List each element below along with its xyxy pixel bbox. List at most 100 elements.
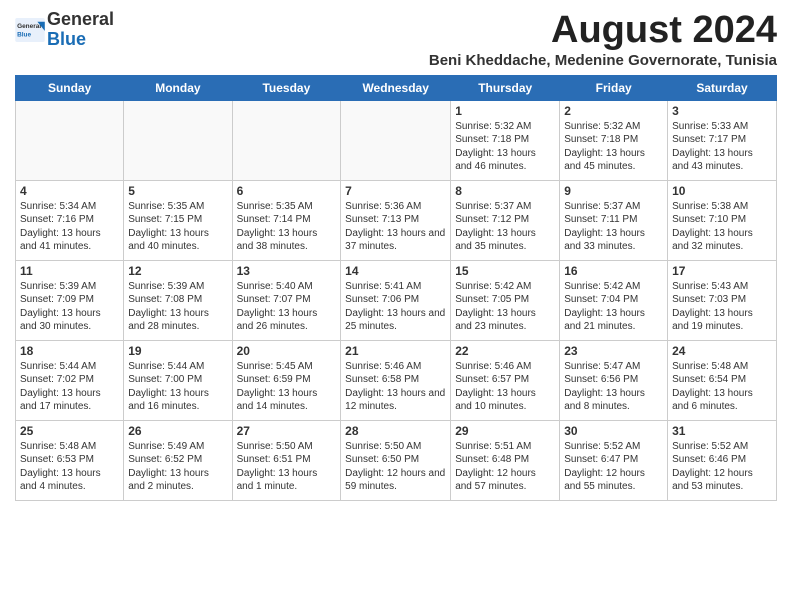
logo-icon: General Blue (15, 18, 45, 42)
day-info: Sunrise: 5:41 AMSunset: 7:06 PMDaylight:… (345, 280, 446, 334)
day-info: Sunrise: 5:44 AMSunset: 7:02 PMDaylight:… (20, 360, 119, 414)
table-row: 2 Sunrise: 5:32 AMSunset: 7:18 PMDaylight… (560, 100, 668, 180)
day-info: Sunrise: 5:37 AMSunset: 7:11 PMDaylight:… (564, 200, 663, 254)
day-number: 15 (455, 264, 555, 278)
day-info: Sunrise: 5:51 AMSunset: 6:48 PMDaylight:… (455, 440, 555, 494)
day-number: 18 (20, 344, 119, 358)
day-info: Sunrise: 5:52 AMSunset: 6:47 PMDaylight:… (564, 440, 663, 494)
calendar-week-row: 25 Sunrise: 5:48 AMSunset: 6:53 PMDayligh… (16, 420, 777, 500)
day-number: 8 (455, 184, 555, 198)
table-row: 31Sunrise: 5:52 AMSunset: 6:46 PMDayligh… (668, 420, 777, 500)
col-monday: Monday (124, 75, 232, 100)
table-row (16, 100, 124, 180)
day-number: 31 (672, 424, 772, 438)
day-info: Sunrise: 5:37 AMSunset: 7:12 PMDaylight:… (455, 200, 555, 254)
table-row: 16 Sunrise: 5:42 AMSunset: 7:04 PMDayligh… (560, 260, 668, 340)
day-info: Sunrise: 5:46 AMSunset: 6:57 PMDaylight:… (455, 360, 555, 414)
table-row: 14Sunrise: 5:41 AMSunset: 7:06 PMDayligh… (341, 260, 451, 340)
day-info: Sunrise: 5:42 AMSunset: 7:04 PMDaylight:… (564, 280, 663, 334)
col-saturday: Saturday (668, 75, 777, 100)
logo-text: General Blue (47, 10, 114, 50)
day-info: Sunrise: 5:48 AMSunset: 6:53 PMDaylight:… (20, 440, 119, 494)
calendar-week-row: 4Sunrise: 5:34 AMSunset: 7:16 PMDaylight… (16, 180, 777, 260)
day-info: Sunrise: 5:40 AMSunset: 7:07 PMDaylight:… (237, 280, 337, 334)
calendar-header-row: Sunday Monday Tuesday Wednesday Thursday… (16, 75, 777, 100)
table-row: 6 Sunrise: 5:35 AMSunset: 7:14 PMDaylight… (232, 180, 341, 260)
table-row: 27 Sunrise: 5:50 AMSunset: 6:51 PMDayligh… (232, 420, 341, 500)
day-info: Sunrise: 5:38 AMSunset: 7:10 PMDaylight:… (672, 200, 772, 254)
day-number: 19 (128, 344, 227, 358)
day-number: 16 (564, 264, 663, 278)
table-row: 1Sunrise: 5:32 AMSunset: 7:18 PMDaylight… (451, 100, 560, 180)
table-row: 17Sunrise: 5:43 AMSunset: 7:03 PMDayligh… (668, 260, 777, 340)
day-number: 27 (237, 424, 337, 438)
col-tuesday: Tuesday (232, 75, 341, 100)
day-info: Sunrise: 5:32 AMSunset: 7:18 PMDaylight:… (564, 120, 663, 174)
logo-blue: Blue (47, 29, 86, 49)
day-number: 30 (564, 424, 663, 438)
page: General Blue General Blue August 2024 Be… (0, 0, 792, 511)
day-number: 21 (345, 344, 446, 358)
day-info: Sunrise: 5:50 AMSunset: 6:51 PMDaylight:… (237, 440, 337, 494)
header: General Blue General Blue August 2024 Be… (15, 10, 777, 69)
day-info: Sunrise: 5:39 AMSunset: 7:09 PMDaylight:… (20, 280, 119, 334)
table-row: 24 Sunrise: 5:48 AMSunset: 6:54 PMDayligh… (668, 340, 777, 420)
day-info: Sunrise: 5:35 AMSunset: 7:14 PMDaylight:… (237, 200, 337, 254)
table-row: 26Sunrise: 5:49 AMSunset: 6:52 PMDayligh… (124, 420, 232, 500)
col-thursday: Thursday (451, 75, 560, 100)
day-number: 2 (564, 104, 663, 118)
table-row (124, 100, 232, 180)
svg-text:Blue: Blue (17, 31, 31, 38)
col-sunday: Sunday (16, 75, 124, 100)
day-number: 26 (128, 424, 227, 438)
day-info: Sunrise: 5:44 AMSunset: 7:00 PMDaylight:… (128, 360, 227, 414)
svg-text:General: General (17, 23, 41, 30)
day-info: Sunrise: 5:35 AMSunset: 7:15 PMDaylight:… (128, 200, 227, 254)
day-number: 11 (20, 264, 119, 278)
day-number: 10 (672, 184, 772, 198)
table-row: 5Sunrise: 5:35 AMSunset: 7:15 PMDaylight… (124, 180, 232, 260)
day-info: Sunrise: 5:48 AMSunset: 6:54 PMDaylight:… (672, 360, 772, 414)
table-row: 18 Sunrise: 5:44 AMSunset: 7:02 PMDayligh… (16, 340, 124, 420)
table-row: 10 Sunrise: 5:38 AMSunset: 7:10 PMDayligh… (668, 180, 777, 260)
table-row (341, 100, 451, 180)
day-number: 6 (237, 184, 337, 198)
table-row: 12Sunrise: 5:39 AMSunset: 7:08 PMDayligh… (124, 260, 232, 340)
logo: General Blue General Blue (15, 10, 114, 50)
day-number: 4 (20, 184, 119, 198)
table-row: 20Sunrise: 5:45 AMSunset: 6:59 PMDayligh… (232, 340, 341, 420)
table-row: 29 Sunrise: 5:51 AMSunset: 6:48 PMDayligh… (451, 420, 560, 500)
day-number: 29 (455, 424, 555, 438)
day-number: 24 (672, 344, 772, 358)
calendar-table: Sunday Monday Tuesday Wednesday Thursday… (15, 75, 777, 501)
table-row: 30 Sunrise: 5:52 AMSunset: 6:47 PMDayligh… (560, 420, 668, 500)
table-row: 7Sunrise: 5:36 AMSunset: 7:13 PMDaylight… (341, 180, 451, 260)
table-row: 8 Sunrise: 5:37 AMSunset: 7:12 PMDaylight… (451, 180, 560, 260)
table-row: 15 Sunrise: 5:42 AMSunset: 7:05 PMDayligh… (451, 260, 560, 340)
day-info: Sunrise: 5:33 AMSunset: 7:17 PMDaylight:… (672, 120, 772, 174)
day-number: 20 (237, 344, 337, 358)
day-number: 25 (20, 424, 119, 438)
table-row: 28Sunrise: 5:50 AMSunset: 6:50 PMDayligh… (341, 420, 451, 500)
day-info: Sunrise: 5:47 AMSunset: 6:56 PMDaylight:… (564, 360, 663, 414)
table-row: 23 Sunrise: 5:47 AMSunset: 6:56 PMDayligh… (560, 340, 668, 420)
calendar-week-row: 1Sunrise: 5:32 AMSunset: 7:18 PMDaylight… (16, 100, 777, 180)
table-row: 13 Sunrise: 5:40 AMSunset: 7:07 PMDayligh… (232, 260, 341, 340)
day-number: 23 (564, 344, 663, 358)
day-number: 13 (237, 264, 337, 278)
day-number: 3 (672, 104, 772, 118)
day-info: Sunrise: 5:50 AMSunset: 6:50 PMDaylight:… (345, 440, 446, 494)
col-friday: Friday (560, 75, 668, 100)
day-number: 22 (455, 344, 555, 358)
table-row: 21Sunrise: 5:46 AMSunset: 6:58 PMDayligh… (341, 340, 451, 420)
table-row: 9Sunrise: 5:37 AMSunset: 7:11 PMDaylight… (560, 180, 668, 260)
day-number: 7 (345, 184, 446, 198)
day-number: 17 (672, 264, 772, 278)
table-row: 11 Sunrise: 5:39 AMSunset: 7:09 PMDayligh… (16, 260, 124, 340)
day-info: Sunrise: 5:42 AMSunset: 7:05 PMDaylight:… (455, 280, 555, 334)
day-info: Sunrise: 5:32 AMSunset: 7:18 PMDaylight:… (455, 120, 555, 174)
main-title: August 2024 (429, 10, 777, 52)
table-row: 19 Sunrise: 5:44 AMSunset: 7:00 PMDayligh… (124, 340, 232, 420)
table-row (232, 100, 341, 180)
calendar-week-row: 18 Sunrise: 5:44 AMSunset: 7:02 PMDayligh… (16, 340, 777, 420)
